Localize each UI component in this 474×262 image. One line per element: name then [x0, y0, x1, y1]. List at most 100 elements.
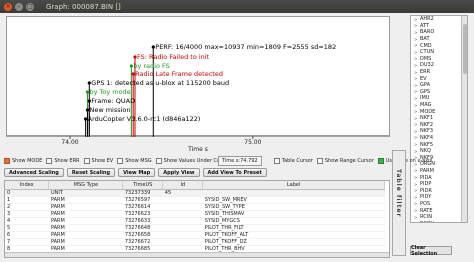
table-row[interactable]: 7 PARM 73276672 PILOT_TKOFF_DZ — [5, 238, 385, 246]
table-row[interactable]: 4 PARM 73276633 SYSID_MYGCS — [5, 217, 385, 225]
table-cell: 73276648 — [122, 224, 163, 232]
advanced-scaling-button[interactable]: Advanced Scaling — [4, 168, 64, 177]
checkbox-label: Show MSG — [125, 158, 152, 164]
table-cell: 4 — [5, 217, 49, 225]
message-type-item[interactable]: > DMS — [411, 56, 467, 63]
checkbox-label: Show EV — [91, 158, 114, 164]
checkbox-label: Table Cursor — [281, 158, 313, 164]
message-type-item[interactable]: > NKF2 — [411, 122, 467, 129]
checkbox-box[interactable] — [316, 158, 323, 164]
message-type-label: PIDA — [420, 174, 432, 181]
checkbox-box[interactable] — [155, 158, 162, 164]
option-checkbox[interactable]: Show EV — [83, 158, 114, 164]
message-type-item[interactable]: > PIDP — [411, 181, 467, 188]
message-type-label: IMU — [420, 95, 430, 102]
close-window-button[interactable]: × — [4, 2, 12, 11]
checkbox-box[interactable] — [46, 158, 53, 164]
message-type-item[interactable]: > PIDR — [411, 187, 467, 194]
message-type-list[interactable]: > AHR2 > ATT > BARO > BAT > CMD > CTUN > DMS > DU32 > ERR… — [410, 15, 468, 223]
message-type-item[interactable]: > PIDY — [411, 194, 467, 201]
table-cell: 73276614 — [122, 203, 163, 211]
table-cell — [202, 189, 385, 197]
checkbox-box[interactable] — [273, 158, 280, 164]
message-type-item[interactable]: > IMU — [411, 95, 467, 102]
event-annotation-label: by radio FS — [133, 62, 169, 70]
option-checkbox[interactable]: Show Range Cursor — [316, 158, 374, 164]
checkbox-box[interactable] — [83, 158, 90, 164]
event-annotation-label: ArduCopter V3.6.0-rc1 (d846a122) — [88, 115, 201, 123]
message-type-item[interactable]: > NKF4 — [411, 135, 467, 142]
message-type-item[interactable]: > MODE — [411, 108, 467, 115]
table-column-header[interactable]: Label — [202, 181, 385, 190]
scroll-thumb[interactable] — [463, 24, 467, 74]
message-type-item[interactable]: >RCOU — [411, 220, 467, 222]
option-checkbox[interactable]: Show MSG — [117, 158, 152, 164]
message-type-item[interactable]: > ATT — [411, 23, 467, 30]
table-row[interactable]: 2 PARM 73276614 SYSID_SW_TYPE — [5, 203, 385, 211]
message-type-item[interactable]: > MAG — [411, 102, 467, 109]
reset-scaling-button[interactable]: Reset Scaling — [66, 168, 116, 177]
message-type-label: RCIN — [420, 214, 432, 221]
checkbox-box[interactable] — [4, 158, 10, 164]
checkbox-box[interactable] — [117, 158, 124, 164]
event-annotation-label: by Toy mode — [89, 88, 130, 96]
maximize-window-button[interactable]: □ — [26, 2, 34, 11]
table-row[interactable]: 0 UNIT 73237339 45 — [5, 189, 385, 197]
message-type-label: RATE — [420, 207, 433, 214]
message-type-item[interactable]: > BARO — [411, 29, 467, 36]
table-row[interactable]: 6 PARM 73276658 PILOT_TKOFF_ALT — [5, 231, 385, 239]
message-type-item[interactable]: > GPS — [411, 89, 467, 96]
option-checkbox[interactable]: Show ERR — [46, 158, 80, 164]
table-filter-panel[interactable]: Table filter — [392, 150, 406, 256]
table-horizontal-scrollbar[interactable] — [5, 252, 389, 257]
table-column-header[interactable]: TimeUS — [122, 181, 164, 190]
add-view-to-preset-button[interactable]: Add View To Preset — [202, 168, 267, 177]
checkbox-box[interactable] — [377, 158, 384, 164]
message-type-item[interactable]: > RATE — [411, 207, 467, 214]
message-type-item[interactable]: > GPA — [411, 82, 467, 89]
message-type-item[interactable]: > NKF1 — [411, 115, 467, 122]
table-column-header[interactable]: Index — [5, 181, 50, 190]
message-type-label: RCOU — [420, 221, 434, 222]
graph-plot-area[interactable]: PERF: 16/4000 max=10937 min=1809 F=2555 … — [6, 16, 390, 137]
log-data-table[interactable]: Index MSG Type TimeUS Id Label 0 UNIT 73237339… — [4, 180, 390, 258]
event-annotation-label: Radio Late Frame detected — [135, 70, 223, 78]
message-type-item[interactable]: > NKQ — [411, 148, 467, 155]
message-type-item[interactable]: > RCIN — [411, 214, 467, 221]
message-type-item[interactable]: > PARM — [411, 168, 467, 175]
apply-view-button[interactable]: Apply View — [158, 168, 200, 177]
message-list-scrollbar[interactable] — [461, 16, 467, 222]
option-checkbox[interactable]: Table Cursor — [273, 158, 313, 164]
table-row[interactable]: 8 PARM 73276685 PILOT_THR_BHV — [5, 245, 385, 253]
table-column-header[interactable]: Id — [162, 181, 204, 190]
message-type-item[interactable]: > PIDA — [411, 174, 467, 181]
message-type-label: PIDP — [420, 181, 432, 188]
message-type-label: ERR — [420, 69, 431, 76]
message-type-item[interactable]: > CTUN — [411, 49, 467, 56]
table-cell: 0 — [5, 189, 49, 197]
message-type-item[interactable]: > CMD — [411, 42, 467, 49]
checkbox-label: Show ERR — [54, 158, 80, 164]
view-map-button[interactable]: View Map — [118, 168, 156, 177]
message-type-item[interactable]: > ERR — [411, 69, 467, 76]
message-type-item[interactable]: > NKF3 — [411, 128, 467, 135]
minimize-window-button[interactable]: – — [15, 2, 23, 11]
message-type-item[interactable]: > BAT — [411, 36, 467, 43]
message-type-item[interactable]: > DU32 — [411, 62, 467, 69]
table-cell: 1 — [5, 196, 49, 204]
table-cell: SYSID_THISMAV — [202, 210, 385, 218]
message-type-label: BAT — [420, 36, 430, 43]
table-row[interactable]: 3 PARM 73276623 SYSID_THISMAV — [5, 210, 385, 218]
message-type-item[interactable]: > AHR2 — [411, 16, 467, 23]
table-cell: 73276597 — [122, 196, 163, 204]
clear-selection-button[interactable]: Clear Selection — [410, 245, 452, 257]
message-type-item[interactable]: > NKF5 — [411, 141, 467, 148]
table-row[interactable]: 5 PARM 73276648 PILOT_THR_FILT — [5, 224, 385, 232]
option-checkbox[interactable]: Show MODE — [4, 158, 42, 164]
table-cell: PARM — [48, 245, 123, 253]
message-type-item[interactable]: > EV — [411, 75, 467, 82]
message-type-item[interactable]: > POS — [411, 201, 467, 208]
table-row[interactable]: 1 PARM 73276597 SYSID_SW_MREV — [5, 196, 385, 204]
table-column-header[interactable]: MSG Type — [48, 181, 124, 190]
event-annotation-label: PERF: 16/4000 max=10937 min=1809 F=2555 … — [155, 43, 336, 51]
